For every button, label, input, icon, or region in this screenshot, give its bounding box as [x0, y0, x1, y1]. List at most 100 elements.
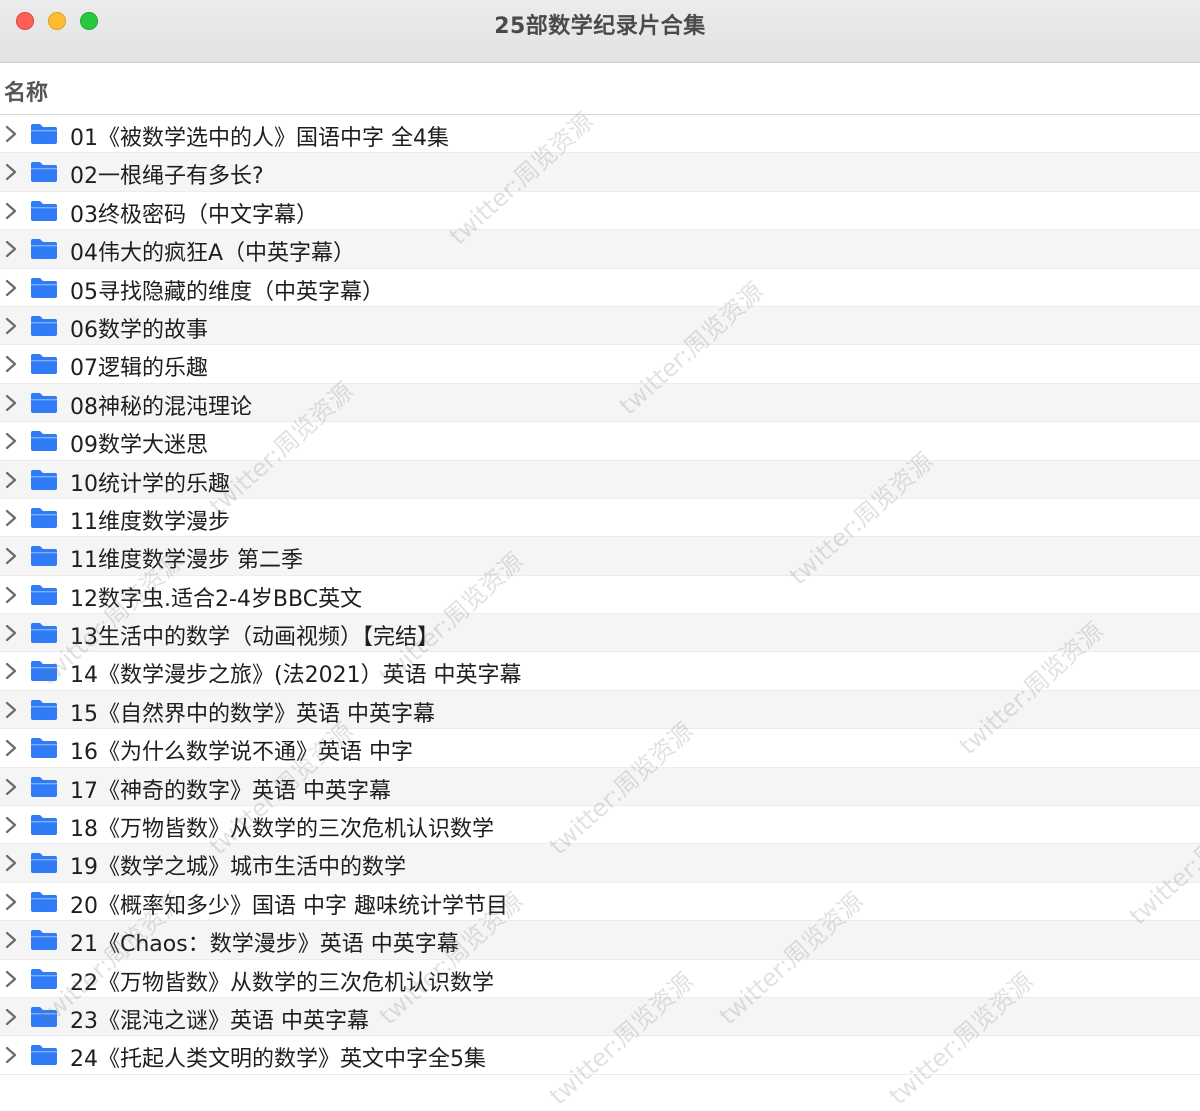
- folder-name: 19《数学之城》城市生活中的数学: [70, 855, 406, 881]
- folder-icon: [31, 162, 57, 183]
- chevron-right-icon[interactable]: [3, 394, 19, 412]
- folder-icon: [31, 200, 57, 221]
- folder-icon: [31, 968, 57, 989]
- folder-icon: [31, 392, 57, 413]
- folder-icon: [31, 546, 57, 567]
- list-item[interactable]: 21《Chaos：数学漫步》英语 中英字幕: [0, 921, 1200, 960]
- chevron-right-icon[interactable]: [3, 816, 19, 834]
- chevron-right-icon[interactable]: [3, 1046, 19, 1064]
- list-item[interactable]: 19《数学之城》城市生活中的数学: [0, 844, 1200, 883]
- chevron-right-icon[interactable]: [3, 547, 19, 565]
- list-item[interactable]: 14《数学漫步之旅》(法2021）英语 中英字幕: [0, 652, 1200, 691]
- folder-name: 09数学大迷思: [70, 433, 208, 459]
- folder-icon: [31, 469, 57, 490]
- folder-icon: [31, 853, 57, 874]
- folder-name: 06数学的故事: [70, 317, 208, 343]
- folder-icon: [31, 315, 57, 336]
- folder-icon: [31, 277, 57, 298]
- folder-name: 21《Chaos：数学漫步》英语 中英字幕: [70, 932, 459, 958]
- list-item[interactable]: 07逻辑的乐趣: [0, 345, 1200, 384]
- list-item[interactable]: 11维度数学漫步 第二季: [0, 537, 1200, 576]
- list-item[interactable]: 22《万物皆数》从数学的三次危机认识数学: [0, 959, 1200, 998]
- folder-name: 12数字虫.适合2-4岁BBC英文: [70, 586, 363, 612]
- list-item[interactable]: 03终极密码（中文字幕）: [0, 191, 1200, 231]
- folder-icon: [31, 623, 57, 644]
- folder-name: 08神秘的混沌理论: [70, 394, 252, 420]
- folder-name: 04伟大的疯狂A（中英字幕）: [70, 241, 356, 267]
- list-item[interactable]: 20《概率知多少》国语 中字 趣味统计学节目: [0, 882, 1200, 922]
- list-item[interactable]: 04伟大的疯狂A（中英字幕）: [0, 230, 1200, 269]
- folder-name: 07逻辑的乐趣: [70, 356, 208, 382]
- folder-name: 16《为什么数学说不通》英语 中字: [70, 740, 413, 766]
- chevron-right-icon[interactable]: [3, 509, 19, 527]
- list-item[interactable]: 18《万物皆数》从数学的三次危机认识数学: [0, 806, 1200, 845]
- list-item[interactable]: 01《被数学选中的人》国语中字 全4集: [0, 115, 1200, 154]
- window-title: 25部数学纪录片合集: [494, 14, 706, 39]
- folder-name: 01《被数学选中的人》国语中字 全4集: [70, 126, 449, 151]
- list-item[interactable]: 15《自然界中的数学》英语 中英字幕: [0, 690, 1200, 730]
- chevron-right-icon[interactable]: [3, 432, 19, 450]
- chevron-right-icon[interactable]: [3, 970, 19, 988]
- list-item[interactable]: 12数字虫.适合2-4岁BBC英文: [0, 575, 1200, 615]
- folder-name: 10统计学的乐趣: [70, 471, 230, 497]
- chevron-right-icon[interactable]: [3, 125, 19, 143]
- folder-name: 22《万物皆数》从数学的三次危机认识数学: [70, 970, 494, 996]
- chevron-right-icon[interactable]: [3, 931, 19, 949]
- folder-icon: [31, 815, 57, 836]
- folder-icon: [31, 584, 57, 605]
- chevron-right-icon[interactable]: [3, 893, 19, 911]
- folder-name: 05寻找隐藏的维度（中英字幕）: [70, 279, 384, 305]
- list-item[interactable]: 11维度数学漫步: [0, 498, 1200, 538]
- chevron-right-icon[interactable]: [3, 471, 19, 489]
- folder-icon: [31, 891, 57, 912]
- chevron-right-icon[interactable]: [3, 240, 19, 258]
- chevron-right-icon[interactable]: [3, 624, 19, 642]
- folder-icon: [31, 1006, 57, 1027]
- chevron-right-icon[interactable]: [3, 1008, 19, 1026]
- chevron-right-icon[interactable]: [3, 586, 19, 604]
- folder-name: 18《万物皆数》从数学的三次危机认识数学: [70, 817, 494, 843]
- column-header-label: 名称: [4, 81, 49, 106]
- chevron-right-icon[interactable]: [3, 701, 19, 719]
- folder-icon: [31, 930, 57, 951]
- folder-name: 13生活中的数学（动画视频）【完结】: [70, 625, 439, 651]
- folder-name: 02一根绳子有多长?: [70, 164, 264, 190]
- folder-name: 11维度数学漫步 第二季: [70, 548, 303, 574]
- folder-name: 03终极密码（中文字幕）: [70, 202, 318, 228]
- list-item[interactable]: 09数学大迷思: [0, 422, 1200, 461]
- list-item[interactable]: 23《混沌之谜》英语 中英字幕: [0, 997, 1200, 1037]
- list-item[interactable]: 13生活中的数学（动画视频）【完结】: [0, 614, 1200, 653]
- folder-icon: [31, 661, 57, 682]
- chevron-right-icon[interactable]: [3, 163, 19, 181]
- folder-name: 17《神奇的数字》英语 中英字幕: [70, 778, 391, 804]
- column-header-name[interactable]: 名称: [0, 63, 1200, 115]
- list-item[interactable]: 05寻找隐藏的维度（中英字幕）: [0, 268, 1200, 307]
- folder-icon: [31, 507, 57, 528]
- chevron-right-icon[interactable]: [3, 202, 19, 220]
- folder-icon: [31, 124, 57, 144]
- folder-icon: [31, 738, 57, 759]
- chevron-right-icon[interactable]: [3, 355, 19, 373]
- list-item[interactable]: 10统计学的乐趣: [0, 460, 1200, 499]
- folder-icon: [31, 776, 57, 797]
- list-item[interactable]: 17《神奇的数字》英语 中英字幕: [0, 767, 1200, 807]
- chevron-right-icon[interactable]: [3, 279, 19, 297]
- list-item[interactable]: 24《托起人类文明的数学》英文中字全5集: [0, 1036, 1200, 1075]
- folder-icon: [31, 1045, 57, 1066]
- list-item[interactable]: 16《为什么数学说不通》英语 中字: [0, 729, 1200, 768]
- folder-icon: [31, 239, 57, 260]
- folder-name: 23《混沌之谜》英语 中英字幕: [70, 1008, 369, 1034]
- chevron-right-icon[interactable]: [3, 854, 19, 872]
- file-list: 01《被数学选中的人》国语中字 全4集 02一根绳子有多长? 03终极密码（中文字幕…: [0, 115, 1200, 1075]
- list-item[interactable]: 08神秘的混沌理论: [0, 383, 1200, 423]
- folder-icon: [31, 699, 57, 720]
- chevron-right-icon[interactable]: [3, 317, 19, 335]
- folder-name: 11维度数学漫步: [70, 509, 230, 535]
- folder-name: 14《数学漫步之旅》(法2021）英语 中英字幕: [70, 663, 522, 689]
- chevron-right-icon[interactable]: [3, 778, 19, 796]
- list-item[interactable]: 02一根绳子有多长?: [0, 153, 1200, 192]
- chevron-right-icon[interactable]: [3, 662, 19, 680]
- folder-name: 24《托起人类文明的数学》英文中字全5集: [70, 1047, 486, 1073]
- list-item[interactable]: 06数学的故事: [0, 306, 1200, 346]
- chevron-right-icon[interactable]: [3, 739, 19, 757]
